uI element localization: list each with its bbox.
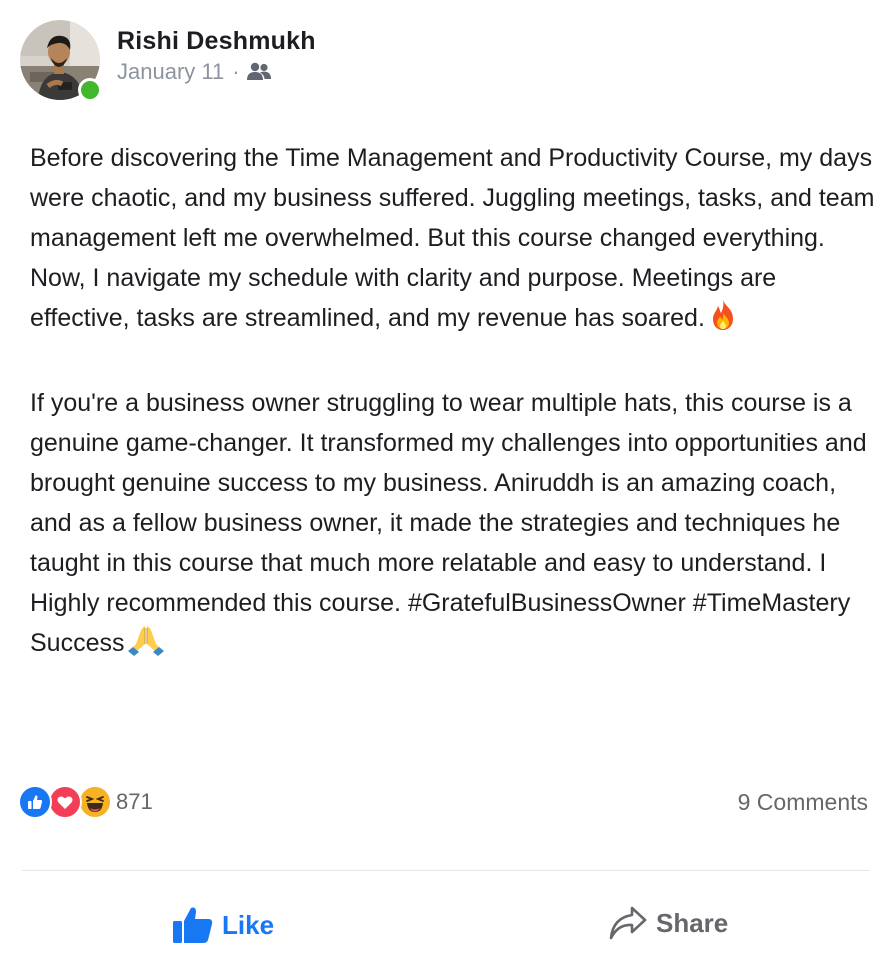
post-paragraph-text: If you're a business owner struggling to…	[30, 389, 867, 657]
comments-count-link[interactable]: 9 Comments	[738, 789, 868, 816]
actions-divider	[22, 870, 870, 871]
post-paragraph: If you're a business owner struggling to…	[30, 383, 880, 668]
like-button[interactable]: Like	[172, 906, 274, 944]
share-icon	[608, 904, 648, 942]
post-paragraph: Before discovering the Time Management a…	[30, 138, 880, 343]
post-subline: January 11 ·	[117, 58, 316, 86]
post-header: Rishi Deshmukh January 11 ·	[20, 20, 316, 102]
thumbs-up-icon	[172, 906, 214, 944]
haha-reaction-icon	[78, 785, 112, 819]
author-name[interactable]: Rishi Deshmukh	[117, 26, 316, 56]
post-body: Before discovering the Time Management a…	[30, 138, 880, 668]
post-actions-bar: Like Share	[0, 900, 894, 956]
author-avatar[interactable]	[20, 20, 102, 102]
folded-hands-emoji-icon	[128, 624, 165, 668]
friends-icon[interactable]	[246, 61, 272, 83]
post-stats-bar: 871 9 Comments	[18, 782, 868, 822]
online-status-indicator	[78, 78, 102, 102]
post-meta: Rishi Deshmukh January 11 ·	[117, 26, 316, 86]
reaction-count[interactable]: 871	[116, 789, 153, 815]
post-card: Rishi Deshmukh January 11 · Before disco…	[0, 0, 894, 966]
share-button[interactable]: Share	[608, 904, 728, 942]
fire-emoji-icon	[709, 299, 737, 343]
share-label: Share	[656, 907, 729, 938]
like-reaction-icon	[18, 785, 52, 819]
love-reaction-icon	[48, 785, 82, 819]
reaction-summary[interactable]: 871	[18, 785, 153, 819]
post-date[interactable]: January 11	[117, 58, 224, 86]
separator-dot: ·	[232, 59, 240, 84]
like-label: Like	[222, 909, 275, 940]
post-paragraph-text: Before discovering the Time Management a…	[30, 144, 875, 332]
